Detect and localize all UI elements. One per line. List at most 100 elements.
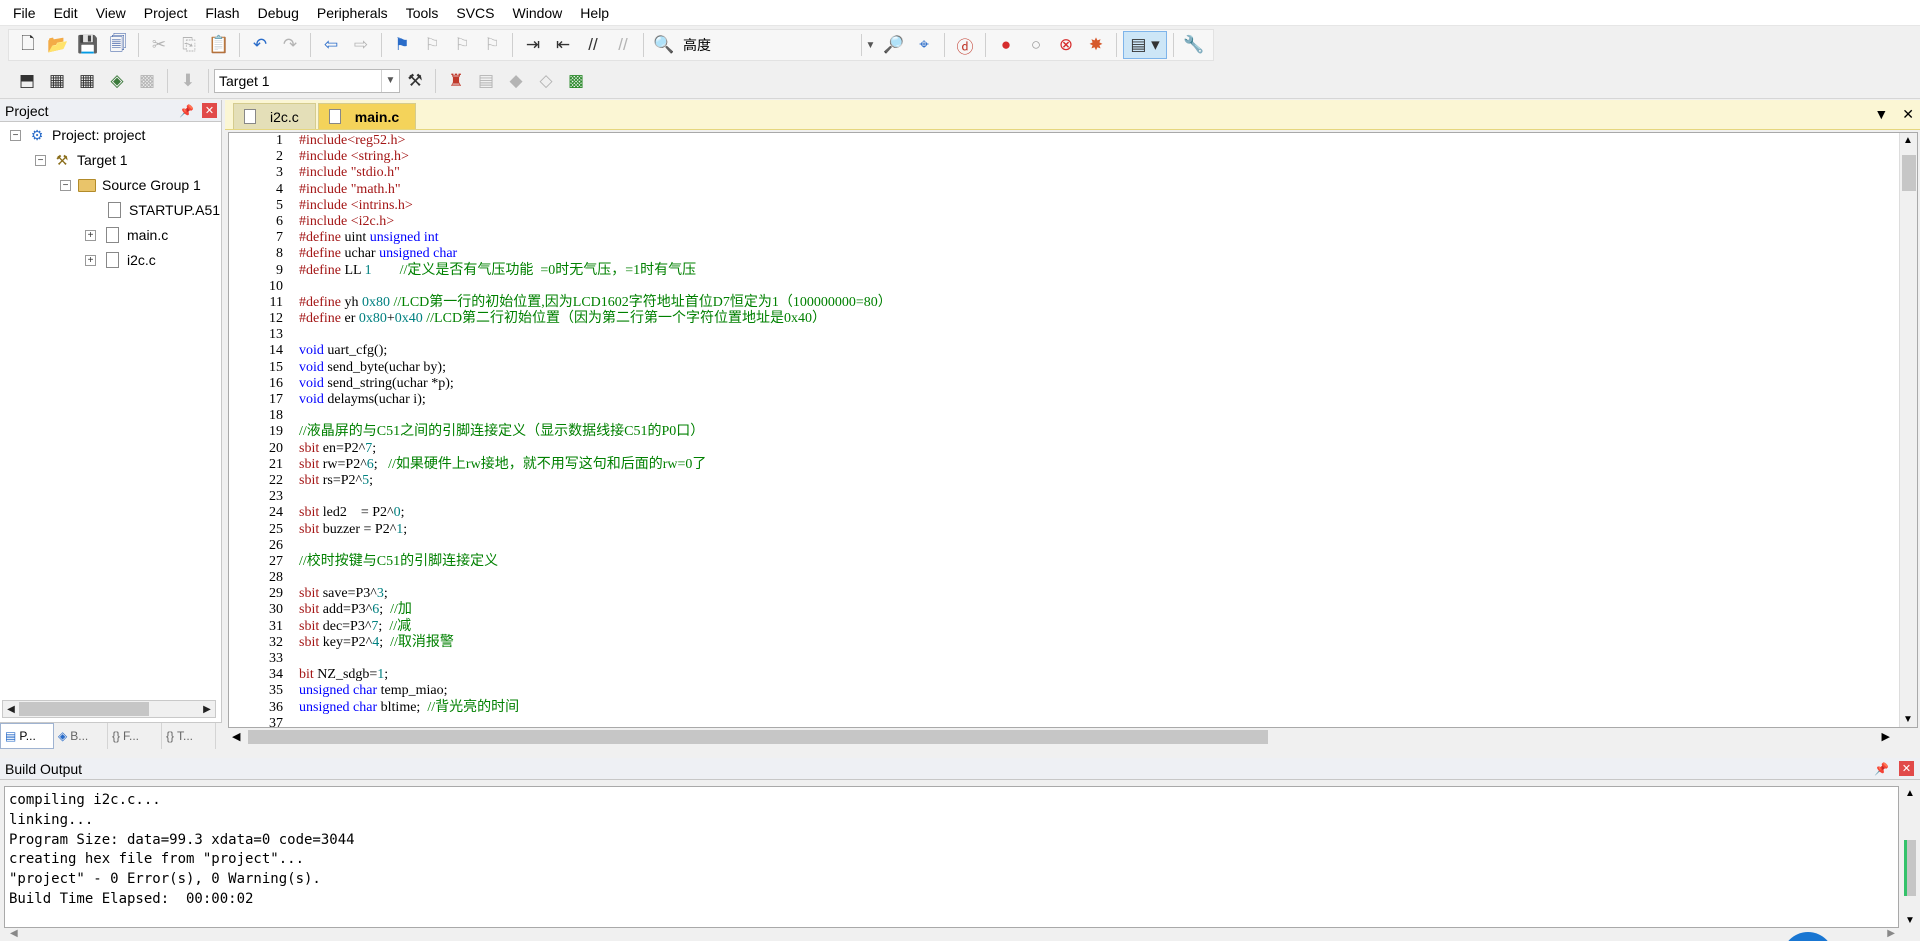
kill-all-breakpoints-icon[interactable]: ✸ [1082, 31, 1110, 59]
scroll-right-icon[interactable]: ▶ [1882, 730, 1890, 743]
menu-help[interactable]: Help [571, 0, 618, 26]
scroll-left-icon[interactable]: ◀ [232, 730, 240, 743]
tab-project[interactable]: ▤ P... [0, 723, 54, 749]
code-editor[interactable]: 1 #include<reg52.h> 2 #include <string.h> 3 #… [228, 132, 1918, 728]
scroll-up-icon[interactable]: ▲ [1903, 135, 1913, 146]
manage-project-items-icon[interactable]: ♜ [442, 67, 470, 95]
comment-icon[interactable]: // [579, 31, 607, 59]
close-icon[interactable]: ✕ [1899, 761, 1914, 776]
disable-breakpoint-icon[interactable]: ○ [1022, 31, 1050, 59]
tab-main-c[interactable]: main.c [317, 103, 417, 129]
unindent-icon[interactable]: ⇤ [549, 31, 577, 59]
find-in-files-icon[interactable]: 🔍 [650, 31, 678, 59]
translate-icon[interactable]: ⬒ [13, 67, 41, 95]
configure-icon[interactable]: 🔧 [1180, 31, 1208, 59]
pin-icon[interactable]: 📌 [1874, 762, 1889, 776]
menu-tools[interactable]: Tools [397, 0, 448, 26]
expand-icon[interactable]: + [85, 229, 96, 241]
navigate-back-icon[interactable]: ⇦ [317, 31, 345, 59]
close-tab-icon[interactable]: ✕ [1902, 106, 1914, 123]
tab-books[interactable]: ◈ B... [54, 723, 108, 749]
pin-icon[interactable]: 📌 [179, 104, 194, 118]
find-icon[interactable]: ⌖ [910, 31, 938, 59]
scroll-right-icon[interactable]: ▶ [1887, 928, 1895, 939]
project-horizontal-scrollbar[interactable]: ◀ ▶ [2, 700, 216, 718]
tree-item-file[interactable]: + i2c.c [85, 249, 156, 271]
collapse-icon[interactable]: − [10, 129, 21, 141]
save-all-icon[interactable]: 🗐 [104, 31, 132, 59]
tab-list-icon[interactable]: ▼ [1874, 106, 1888, 123]
close-icon[interactable]: ✕ [202, 103, 217, 118]
collapse-icon[interactable]: − [60, 179, 71, 191]
menu-edit[interactable]: Edit [45, 0, 87, 26]
build-icon[interactable]: ▦ [43, 67, 71, 95]
menu-project[interactable]: Project [135, 0, 197, 26]
scrollbar-thumb[interactable] [1902, 155, 1916, 191]
multi-project-icon[interactable]: ◇ [532, 67, 560, 95]
tree-item-target[interactable]: − ⚒ Target 1 [35, 149, 128, 171]
tab-templates[interactable]: {} T... [162, 723, 216, 749]
find-combo[interactable]: 高度 ▼ [679, 33, 879, 57]
new-file-icon[interactable]: 🗋 [14, 31, 42, 59]
scrollbar-thumb[interactable] [1904, 840, 1916, 896]
debug-session-icon[interactable]: ⓓ [951, 31, 979, 59]
menu-view[interactable]: View [87, 0, 135, 26]
bookmark-icon[interactable]: ⚑ [388, 31, 416, 59]
stop-build-icon[interactable]: ▩ [133, 67, 161, 95]
editor-horizontal-scrollbar[interactable]: ◀ ▶ [228, 728, 1918, 746]
tab-i2c-c[interactable]: i2c.c [233, 103, 316, 129]
next-bookmark-icon[interactable]: ⚐ [448, 31, 476, 59]
target-options-icon[interactable]: ⚒ [401, 67, 429, 95]
indent-icon[interactable]: ⇥ [519, 31, 547, 59]
build-horizontal-scrollbar[interactable]: ◀ ▶ [4, 928, 1899, 941]
redo-icon[interactable]: ↷ [276, 31, 304, 59]
build-output-text[interactable]: compiling i2c.c... linking... Program Si… [4, 786, 1899, 928]
scroll-down-icon[interactable]: ▼ [1905, 915, 1915, 926]
scroll-left-icon[interactable]: ◀ [10, 928, 18, 939]
scroll-down-icon[interactable]: ▼ [1903, 714, 1913, 725]
target-select[interactable]: Target 1 ▼ [214, 68, 400, 93]
insert-breakpoint-icon[interactable]: ● [992, 31, 1020, 59]
scrollbar-thumb[interactable] [19, 702, 149, 716]
cut-icon[interactable]: ✂ [145, 31, 173, 59]
window-layout-icon[interactable]: ▤ ▾ [1123, 31, 1167, 59]
scroll-left-icon[interactable]: ◀ [3, 701, 19, 717]
batch-build-icon[interactable]: ◈ [103, 67, 131, 95]
menu-flash[interactable]: Flash [196, 0, 248, 26]
menu-file[interactable]: File [4, 0, 45, 26]
incremental-find-icon[interactable]: 🔎 [880, 31, 908, 59]
paste-icon[interactable]: 📋 [205, 31, 233, 59]
pack-installer-icon[interactable]: ▩ [562, 67, 590, 95]
scrollbar-thumb[interactable] [248, 730, 1268, 744]
chevron-down-icon[interactable]: ▼ [381, 69, 399, 92]
collapse-icon[interactable]: − [35, 154, 46, 166]
copy-icon[interactable]: ⎘ [175, 31, 203, 59]
open-file-icon[interactable]: 📂 [44, 31, 72, 59]
manage-rte-icon[interactable]: ▤ [472, 67, 500, 95]
undo-icon[interactable]: ↶ [246, 31, 274, 59]
select-packs-icon[interactable]: ◆ [502, 67, 530, 95]
tree-item-group[interactable]: − Source Group 1 [60, 174, 201, 196]
navigate-forward-icon[interactable]: ⇨ [347, 31, 375, 59]
tree-item-file[interactable]: STARTUP.A51 [104, 199, 220, 221]
tab-functions[interactable]: {} F... [108, 723, 162, 749]
clear-bookmarks-icon[interactable]: ⚐ [478, 31, 506, 59]
tree-item-file[interactable]: + main.c [85, 224, 168, 246]
editor-vertical-scrollbar[interactable]: ▲ ▼ [1899, 133, 1917, 727]
menu-peripherals[interactable]: Peripherals [308, 0, 397, 26]
tree-item-project[interactable]: − ⚙ Project: project [10, 124, 145, 146]
menu-svcs[interactable]: SVCS [447, 0, 503, 26]
build-vertical-scrollbar[interactable]: ▲ ▼ [1901, 786, 1919, 928]
menu-debug[interactable]: Debug [249, 0, 308, 26]
chevron-down-icon[interactable]: ▼ [861, 34, 879, 56]
scroll-right-icon[interactable]: ▶ [199, 701, 215, 717]
rebuild-icon[interactable]: ▦ [73, 67, 101, 95]
download-icon[interactable]: ⬇ [174, 67, 202, 95]
disable-all-breakpoints-icon[interactable]: ⊗ [1052, 31, 1080, 59]
uncomment-icon[interactable]: // [609, 31, 637, 59]
scroll-up-icon[interactable]: ▲ [1905, 788, 1915, 799]
save-icon[interactable]: 💾 [74, 31, 102, 59]
prev-bookmark-icon[interactable]: ⚐ [418, 31, 446, 59]
expand-icon[interactable]: + [85, 254, 96, 266]
menu-window[interactable]: Window [504, 0, 572, 26]
